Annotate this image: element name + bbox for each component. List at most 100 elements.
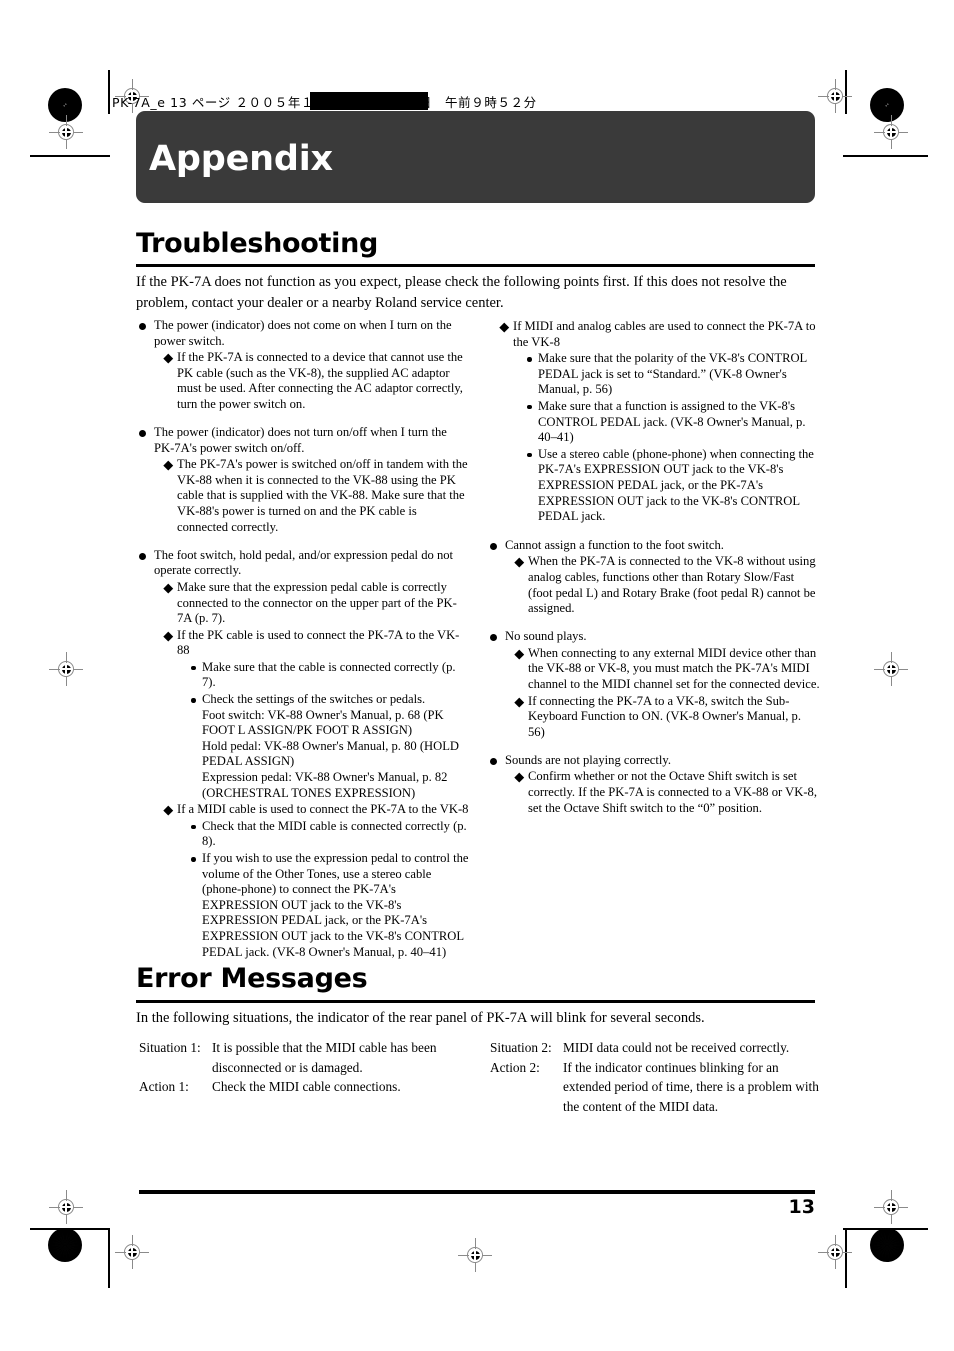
error-row-label: Action 2: — [490, 1059, 540, 1075]
detail-text: If you wish to use the expression pedal … — [202, 851, 469, 959]
detail-text: Check that the MIDI cable is connected c… — [202, 818, 467, 849]
registration-mark-top-left — [49, 115, 83, 149]
list-item: The power (indicator) does not turn on/o… — [139, 425, 469, 535]
registration-mark-bottom-left — [49, 1190, 83, 1224]
detail-text: Make sure that a function is assigned to… — [538, 398, 806, 445]
list-item: If you wish to use the expression pedal … — [190, 851, 469, 960]
solution-list: When the PK-7A is connected to the VK-8 … — [505, 554, 820, 616]
solution-text: If the PK-7A is connected to a device th… — [177, 350, 463, 411]
list-item: Make sure that a function is assigned to… — [526, 399, 820, 446]
error-row: Situation 1: It is possible that the MID… — [139, 1038, 469, 1077]
symptom-heading: Cannot assign a function to the foot swi… — [505, 537, 724, 552]
crop-line-top-left-horizontal — [30, 155, 110, 157]
detail-text: Check the settings of the switches or pe… — [202, 692, 426, 707]
error-row-text: Check the MIDI cable connections. — [212, 1079, 401, 1094]
list-item: Cannot assign a function to the foot swi… — [490, 538, 820, 617]
detail-text: Use a stereo cable (phone-phone) when co… — [538, 446, 814, 524]
page-canvas: PK-7A_e 13 ページ ２００５年１１月１７日 木曜日 午前９時５２分 A… — [0, 0, 954, 1351]
detail-text: Make sure that the cable is connected co… — [202, 659, 456, 690]
registration-mark-top-inner-right — [818, 79, 852, 113]
troubleshooting-left-column: The power (indicator) does not come on w… — [139, 318, 469, 960]
error-messages-right-block: Situation 2: MIDI data could not be rece… — [490, 1038, 820, 1116]
list-item: When the PK-7A is connected to the VK-8 … — [516, 554, 820, 616]
registration-mark-bottom-inner-left — [115, 1235, 149, 1269]
list-item: The foot switch, hold pedal, and/or expr… — [139, 548, 469, 960]
error-messages-left-block: Situation 1: It is possible that the MID… — [139, 1038, 469, 1097]
registration-mark-bottom-center — [458, 1238, 492, 1272]
crop-line-bottom-left-vertical — [108, 1228, 110, 1288]
registration-mark-mid-right — [874, 652, 908, 686]
list-item: The PK-7A's power is switched on/off in … — [165, 457, 469, 535]
solution-text: When the PK-7A is connected to the VK-8 … — [528, 554, 816, 616]
error-row: Action 2: If the indicator continues bli… — [490, 1058, 820, 1117]
solution-list: Confirm whether or not the Octave Shift … — [505, 769, 820, 816]
solution-text: If connecting the PK-7A to a VK-8, switc… — [528, 693, 801, 739]
solution-list: If the PK-7A is connected to a device th… — [154, 350, 469, 412]
solution-text: Confirm whether or not the Octave Shift … — [528, 769, 817, 815]
detail-continued-line: Expression pedal: VK-88 Owner's Manual, … — [202, 770, 448, 800]
error-row-text: MIDI data could not be received correctl… — [563, 1040, 790, 1055]
solution-text: The PK-7A's power is switched on/off in … — [177, 457, 468, 534]
halftone-circle-bottom-right — [870, 1228, 904, 1262]
list-item: If the PK-7A is connected to a device th… — [165, 350, 469, 412]
detail-list: Make sure that the polarity of the VK-8'… — [513, 351, 820, 525]
appendix-title: Appendix — [149, 138, 333, 179]
error-row-text: If the indicator continues blinking for … — [563, 1059, 819, 1114]
footer-rule — [139, 1190, 815, 1194]
list-item: If MIDI and analog cables are used to co… — [501, 319, 820, 525]
solution-list: The PK-7A's power is switched on/off in … — [154, 457, 469, 535]
appendix-banner: Appendix — [136, 111, 815, 203]
detail-continued-line: Foot switch: VK-88 Owner's Manual, p. 68… — [202, 707, 444, 738]
registration-mark-bottom-right — [874, 1190, 908, 1224]
list-item: The power (indicator) does not come on w… — [139, 318, 469, 413]
troubleshooting-right-list: Cannot assign a function to the foot swi… — [490, 538, 820, 817]
error-row-label: Situation 2: — [490, 1040, 552, 1055]
solution-list-continued: If MIDI and analog cables are used to co… — [490, 319, 820, 525]
solution-text: If a MIDI cable is used to connect the P… — [177, 802, 469, 817]
solution-list: When connecting to any external MIDI dev… — [505, 646, 820, 741]
crop-line-top-left-vertical — [108, 70, 110, 114]
detail-continued-line: Hold pedal: VK-88 Owner's Manual, p. 80 … — [202, 738, 460, 769]
page-number: 13 — [788, 1196, 815, 1218]
list-item: If connecting the PK-7A to a VK-8, switc… — [516, 694, 820, 741]
troubleshooting-lead: If the PK-7A does not function as you ex… — [136, 274, 787, 311]
halftone-circle-bottom-left — [48, 1228, 82, 1262]
detail-text: Make sure that the polarity of the VK-8'… — [538, 351, 807, 397]
symptom-heading: The foot switch, hold pedal, and/or expr… — [154, 547, 454, 578]
list-item: Make sure that the polarity of the VK-8'… — [526, 351, 820, 398]
troubleshooting-heading: Troubleshooting — [136, 228, 379, 259]
detail-list: Check that the MIDI cable is connected c… — [177, 819, 469, 960]
error-row-text: It is possible that the MIDI cable has b… — [212, 1040, 437, 1075]
list-item: Make sure that the expression pedal cabl… — [165, 580, 469, 627]
error-row: Action 1: Check the MIDI cable connectio… — [139, 1077, 469, 1097]
list-item: If the PK cable is used to connect the P… — [165, 628, 469, 802]
error-messages-rule — [136, 1000, 815, 1003]
troubleshooting-right-column: If MIDI and analog cables are used to co… — [490, 318, 820, 816]
registration-mark-mid-left — [49, 652, 83, 686]
solution-text: If the PK cable is used to connect the P… — [177, 627, 460, 658]
error-row: Situation 2: MIDI data could not be rece… — [490, 1038, 820, 1058]
solution-text: Make sure that the expression pedal cabl… — [177, 579, 457, 626]
solution-list: Make sure that the expression pedal cabl… — [154, 580, 469, 960]
list-item: Make sure that the cable is connected co… — [190, 660, 469, 691]
solution-text: If MIDI and analog cables are used to co… — [513, 319, 816, 349]
symptom-heading: The power (indicator) does not come on w… — [154, 318, 452, 348]
list-item: Sounds are not playing correctly. Confir… — [490, 753, 820, 816]
list-item: Use a stereo cable (phone-phone) when co… — [526, 447, 820, 525]
detail-list: Make sure that the cable is connected co… — [177, 660, 469, 801]
list-item: When connecting to any external MIDI dev… — [516, 646, 820, 693]
error-messages-heading: Error Messages — [136, 963, 368, 994]
list-item: If a MIDI cable is used to connect the P… — [165, 802, 469, 960]
list-item: No sound plays. When connecting to any e… — [490, 629, 820, 740]
troubleshooting-left-list: The power (indicator) does not come on w… — [139, 318, 469, 960]
symptom-heading: Sounds are not playing correctly. — [505, 752, 672, 767]
symptom-heading: The power (indicator) does not turn on/o… — [154, 425, 447, 455]
error-messages-lead: In the following situations, the indicat… — [136, 1010, 705, 1026]
list-item: Check the settings of the switches or pe… — [190, 692, 469, 801]
error-row-label: Action 1: — [139, 1079, 189, 1094]
solution-text: When connecting to any external MIDI dev… — [528, 645, 820, 691]
registration-mark-bottom-inner-right — [818, 1235, 852, 1269]
registration-mark-top-right — [874, 115, 908, 149]
troubleshooting-rule — [136, 264, 815, 267]
crop-line-top-right-horizontal — [843, 155, 928, 157]
